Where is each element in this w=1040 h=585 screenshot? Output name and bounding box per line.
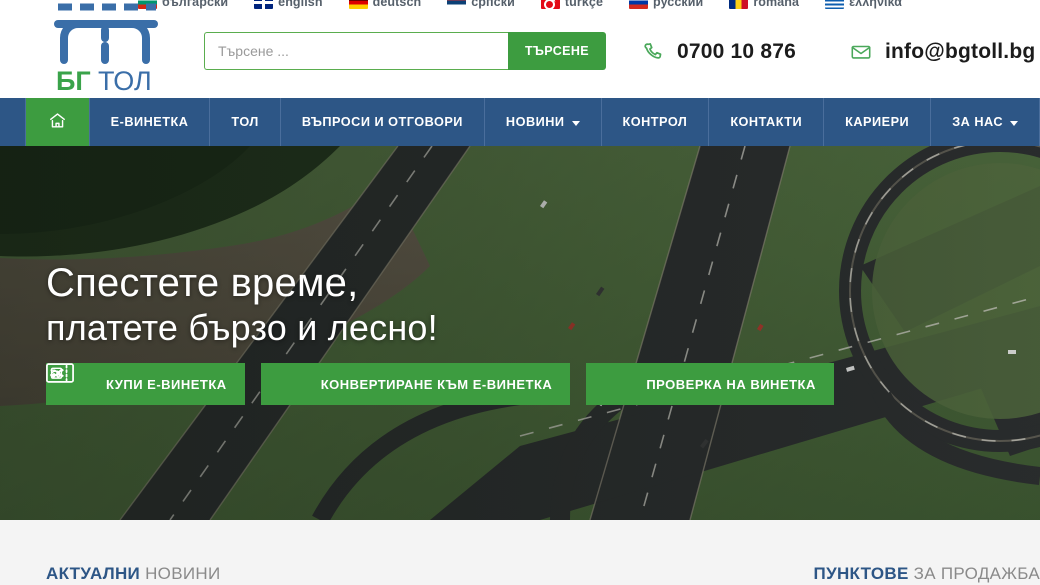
language-item-turkish[interactable]: türkçe bbox=[540, 0, 603, 9]
section-title-weak: ЗА ПРОДАЖБА bbox=[913, 564, 1040, 583]
language-label: български bbox=[161, 0, 229, 9]
phone-number: 0700 10 876 bbox=[677, 40, 796, 63]
nav-item-contacts[interactable]: КОНТАКТИ bbox=[709, 98, 825, 146]
nav-item-tol[interactable]: ТОЛ bbox=[210, 98, 281, 146]
contact-phone[interactable]: 0700 10 876 bbox=[640, 40, 796, 64]
nav-item-label: КОНТАКТИ bbox=[730, 115, 803, 129]
buy-e-vignette-button[interactable]: КУПИ Е-ВИНЕТКА bbox=[46, 363, 245, 405]
section-title-strong: ПУНКТОВЕ bbox=[813, 564, 909, 583]
nav-item-careers[interactable]: КАРИЕРИ bbox=[824, 98, 932, 146]
nav-item-control[interactable]: КОНТРОЛ bbox=[602, 98, 710, 146]
flag-romania-icon bbox=[729, 0, 749, 9]
nav-item-label: НОВИНИ bbox=[505, 115, 565, 129]
flag-turkey-icon bbox=[540, 0, 560, 9]
language-item-russian[interactable]: русский bbox=[629, 0, 703, 9]
cta-label: КОНВЕРТИРАНЕ КЪМ Е-ВИНЕТКА bbox=[320, 376, 553, 392]
language-label: русский bbox=[653, 0, 704, 9]
flag-greece-icon bbox=[825, 0, 845, 9]
site-header: БГ ТОЛ ТЪРСЕНЕ 0700 10 876 inf bbox=[0, 3, 1040, 96]
flag-united-kingdom-icon bbox=[254, 0, 274, 9]
check-vignette-button[interactable]: ПРОВЕРКА НА ВИНЕТКА bbox=[46, 363, 834, 405]
language-label: türkçe bbox=[564, 0, 603, 9]
nav-item-home[interactable] bbox=[24, 98, 90, 146]
cta-label: КУПИ Е-ВИНЕТКА bbox=[106, 376, 227, 392]
search-button[interactable]: ТЪРСЕНЕ bbox=[508, 32, 606, 70]
hero-headline-line-1: Спестете време, bbox=[46, 261, 359, 305]
section-title-sales-points: ПУНКТОВЕ ЗА ПРОДАЖБА bbox=[814, 564, 1040, 584]
language-label: ελληνικά bbox=[849, 0, 903, 9]
section-title-strong: АКТУАЛНИ bbox=[46, 564, 141, 583]
nav-item-label: Е-ВИНЕТКА bbox=[110, 115, 189, 129]
nav-item-label: ЗА НАС bbox=[952, 115, 1003, 129]
home-icon bbox=[48, 111, 67, 133]
hero-headline: Спестете време, платете бързо и лесно! bbox=[46, 261, 438, 350]
cta-label: ПРОВЕРКА НА ВИНЕТКА bbox=[646, 376, 816, 392]
section-title-news: АКТУАЛНИ НОВИНИ bbox=[46, 564, 220, 584]
logo-text-tol: ТОЛ bbox=[98, 66, 152, 94]
email-address: info@bgtoll.bg bbox=[885, 40, 1036, 63]
language-label: română bbox=[753, 0, 800, 9]
language-item-romanian[interactable]: română bbox=[729, 0, 799, 9]
language-item-serbian[interactable]: српски bbox=[447, 0, 515, 9]
nav-item-faq[interactable]: ВЪПРОСИ И ОТГОВОРИ bbox=[281, 98, 485, 146]
hero-banner: Спестете време, платете бързо и лесно! К… bbox=[0, 146, 1040, 520]
language-item-deutsch[interactable]: deutsch bbox=[348, 0, 422, 9]
nav-left-spacer bbox=[0, 98, 25, 146]
search-input[interactable] bbox=[204, 32, 508, 70]
envelope-icon bbox=[848, 40, 874, 64]
nav-item-label: КАРИЕРИ bbox=[845, 115, 910, 129]
nav-item-label: КОНТРОЛ bbox=[622, 115, 688, 129]
language-label: english bbox=[278, 0, 323, 9]
search-bar: ТЪРСЕНЕ bbox=[204, 32, 606, 70]
nav-item-label: ВЪПРОСИ И ОТГОВОРИ bbox=[301, 115, 463, 129]
vignette-exchange-icon bbox=[46, 363, 307, 394]
chevron-down-icon bbox=[571, 120, 580, 126]
road-interchange-icon: БГ ТОЛ bbox=[54, 3, 158, 96]
site-logo[interactable]: БГ ТОЛ bbox=[46, 0, 166, 96]
nav-item-e-vinetka[interactable]: Е-ВИНЕТКА bbox=[90, 98, 211, 146]
nav-item-label: ТОЛ bbox=[231, 115, 259, 129]
logo-text-bg: БГ bbox=[56, 66, 91, 94]
flag-germany-icon bbox=[348, 0, 368, 9]
main-navigation: Е-ВИНЕТКА ТОЛ ВЪПРОСИ И ОТГОВОРИ НОВИНИ … bbox=[0, 98, 1040, 146]
page-root: български english deutsch српски türkçe … bbox=[0, 0, 1040, 585]
hero-cta-row: КУПИ Е-ВИНЕТКА КОНВЕРТИРАНЕ КЪМ Е-ВИНЕТК… bbox=[46, 363, 834, 405]
flag-serbia-icon bbox=[447, 0, 467, 9]
language-label: deutsch bbox=[372, 0, 422, 9]
convert-to-e-vignette-button[interactable]: КОНВЕРТИРАНЕ КЪМ Е-ВИНЕТКА bbox=[46, 363, 571, 405]
content-sections: АКТУАЛНИ НОВИНИ ПУНКТОВЕ ЗА ПРОДАЖБА bbox=[0, 520, 1040, 585]
vignette-check-icon bbox=[46, 363, 632, 394]
contact-email[interactable]: info@bgtoll.bg bbox=[848, 40, 1035, 64]
phone-icon bbox=[640, 40, 666, 64]
language-item-greek[interactable]: ελληνικά bbox=[825, 0, 902, 9]
nav-item-news[interactable]: НОВИНИ bbox=[485, 98, 602, 146]
language-item-english[interactable]: english bbox=[254, 0, 323, 9]
language-label: српски bbox=[471, 0, 515, 9]
chevron-down-icon bbox=[1010, 120, 1018, 126]
nav-item-about-us[interactable]: ЗА НАС bbox=[931, 98, 1040, 146]
flag-russia-icon bbox=[629, 0, 648, 9]
hero-headline-line-2: платете бързо и лесно! bbox=[46, 307, 438, 348]
section-title-weak: НОВИНИ bbox=[145, 564, 221, 583]
